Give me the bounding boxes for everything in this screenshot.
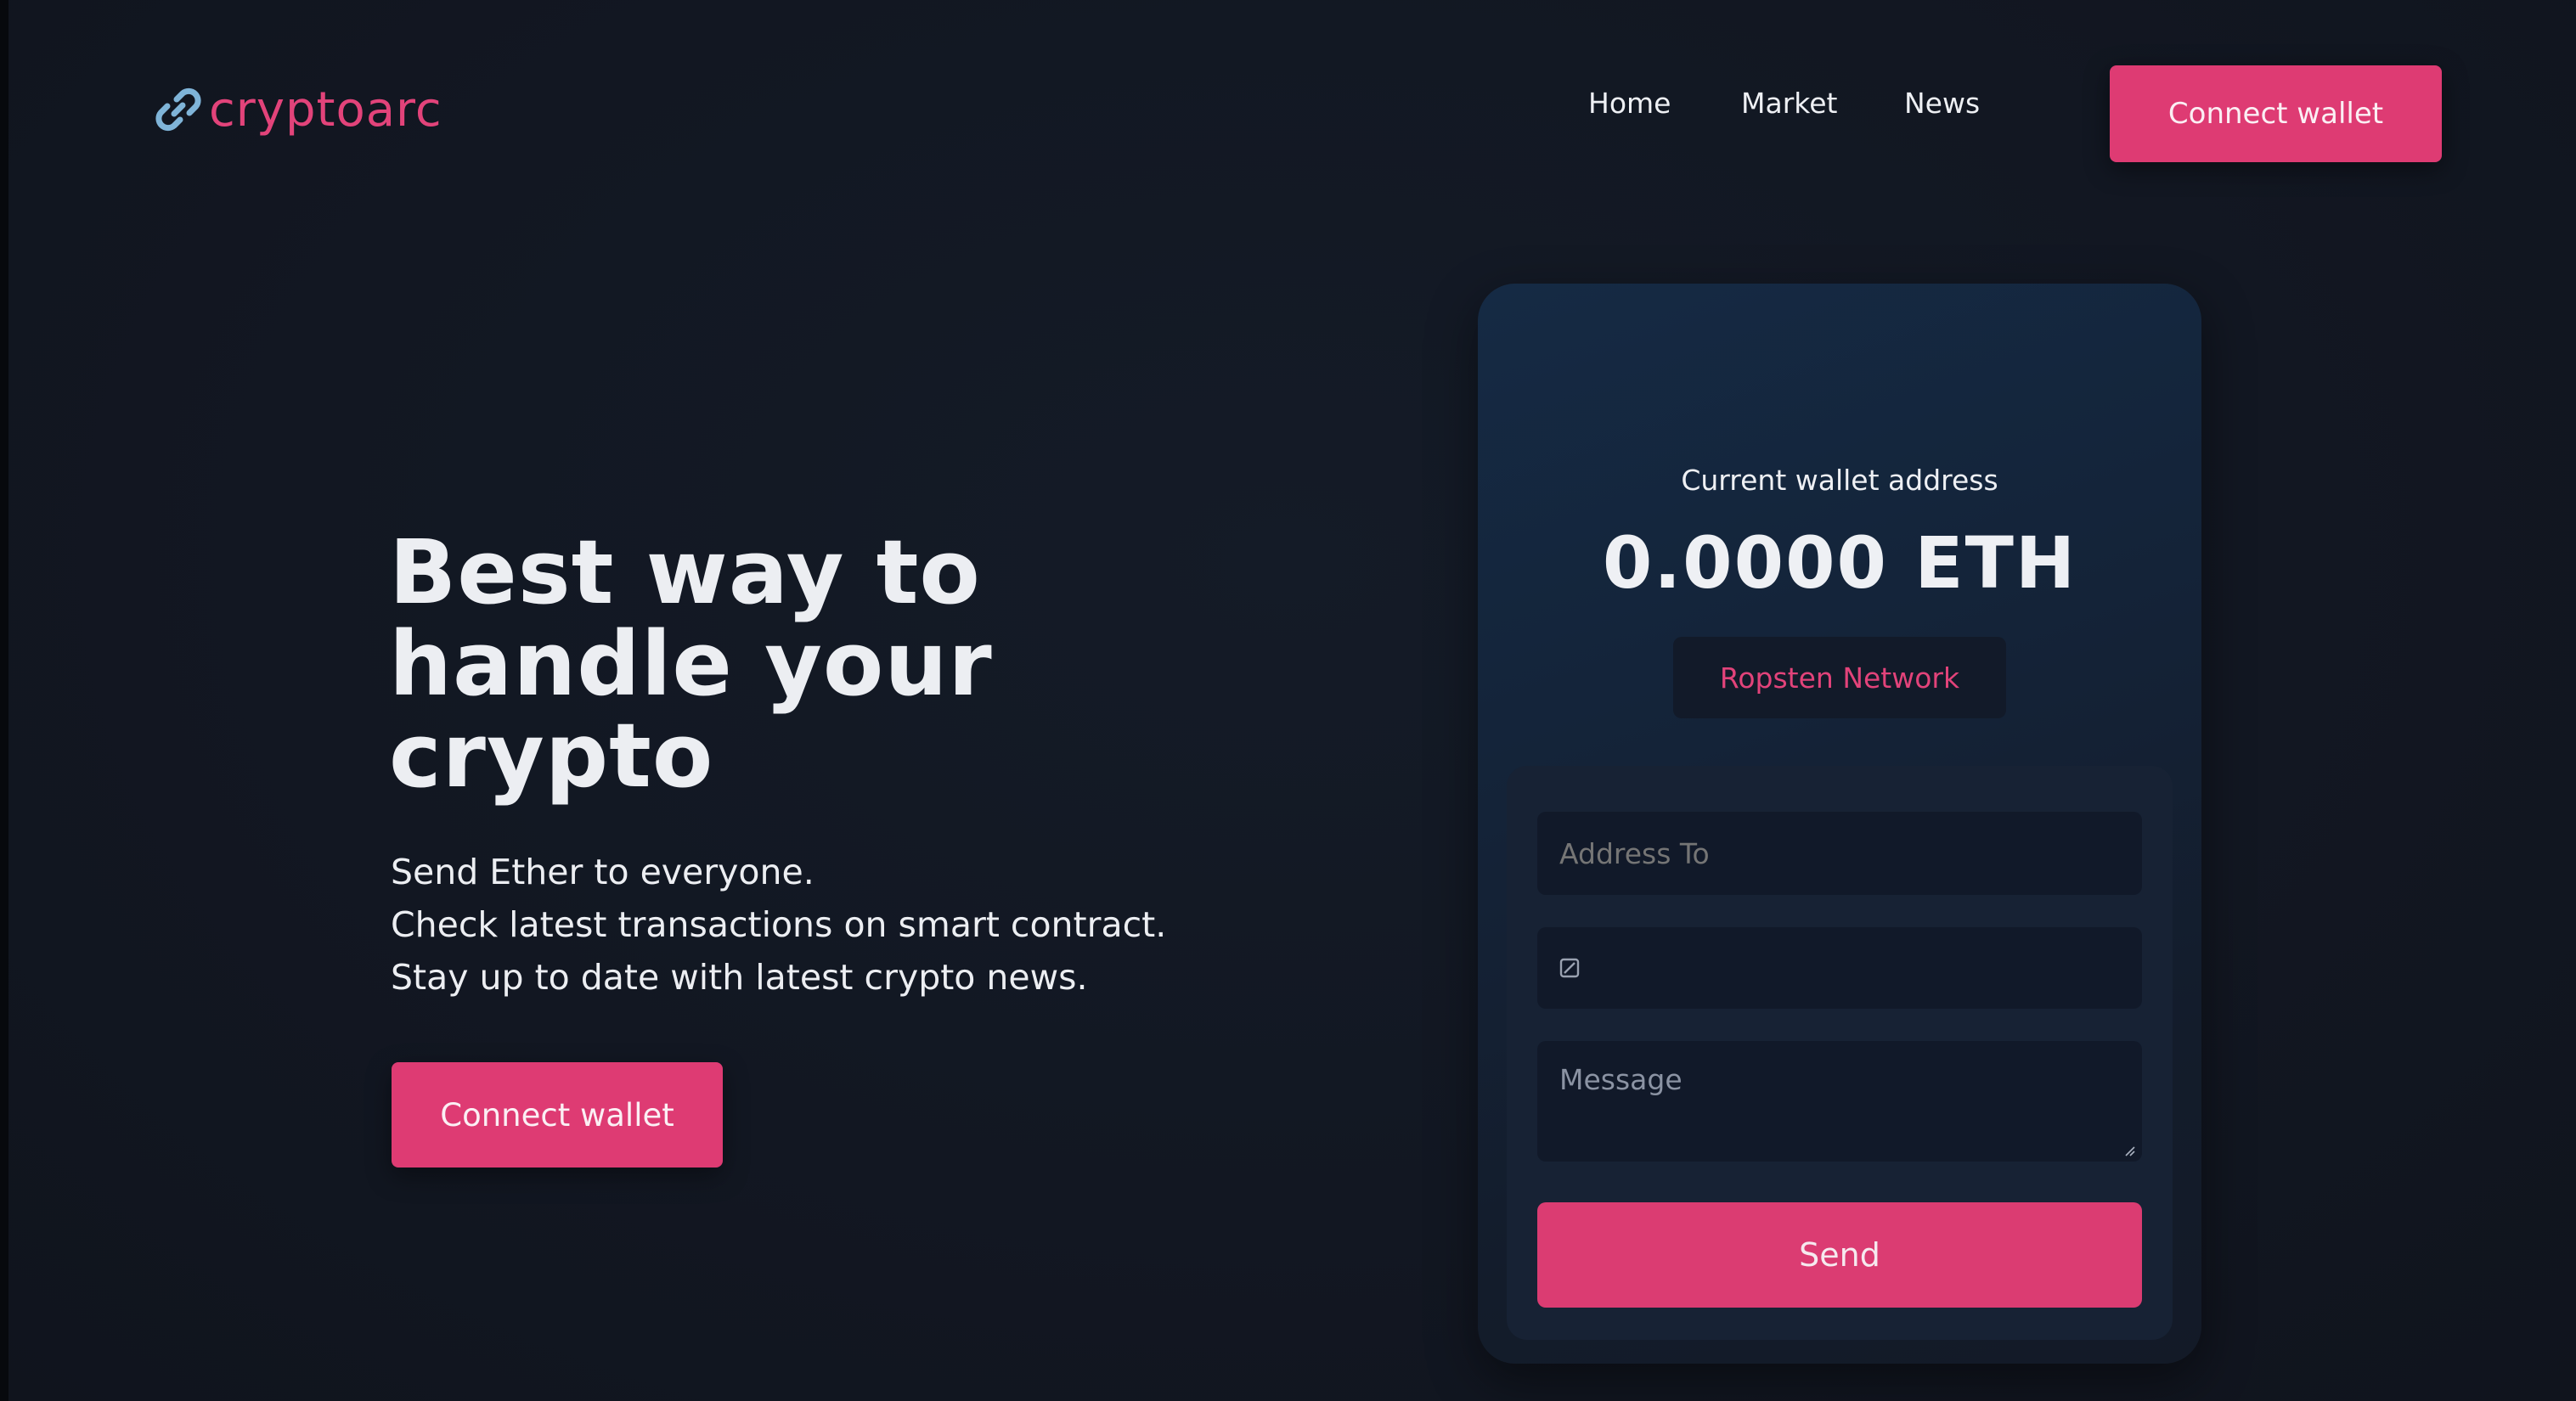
wallet-address-label: Current wallet address <box>1681 464 1998 497</box>
resize-grip-icon[interactable] <box>2123 1145 2135 1156</box>
eth-balance: 0.0000 ETH <box>1602 521 2077 605</box>
address-to-input[interactable] <box>1537 812 2142 895</box>
hero-line-send: Send Ether to everyone. <box>391 852 815 892</box>
left-edge-strip <box>0 0 8 1401</box>
network-badge: Ropsten Network <box>1673 637 2006 718</box>
brand-name: cryptoarc <box>209 82 442 138</box>
wallet-card: Current wallet address 0.0000 ETH Ropste… <box>1478 284 2201 1364</box>
hero-line-news: Stay up to date with latest crypto news. <box>391 957 1088 998</box>
header-connect-wallet-button[interactable]: Connect wallet <box>2110 65 2442 162</box>
hero-description: Send Ether to everyone. Check latest tra… <box>391 846 1325 1004</box>
hero-connect-wallet-button[interactable]: Connect wallet <box>392 1062 723 1168</box>
nav-item-home[interactable]: Home <box>1588 87 1671 120</box>
number-input-icon <box>1559 958 1580 978</box>
brand-logo[interactable]: cryptoarc <box>151 80 442 139</box>
hero-title: Best way to handle your crypto <box>389 520 993 807</box>
nav-item-market[interactable]: Market <box>1741 87 1837 120</box>
nav-item-news[interactable]: News <box>1904 87 1980 120</box>
send-button[interactable]: Send <box>1537 1202 2142 1308</box>
amount-input[interactable] <box>1537 927 2142 1009</box>
message-textarea[interactable]: Message <box>1537 1041 2142 1162</box>
link-chain-icon <box>155 87 201 132</box>
send-form: Message Send <box>1507 766 2173 1340</box>
message-placeholder: Message <box>1559 1063 1683 1096</box>
hero-line-transactions: Check latest transactions on smart contr… <box>391 904 1167 945</box>
